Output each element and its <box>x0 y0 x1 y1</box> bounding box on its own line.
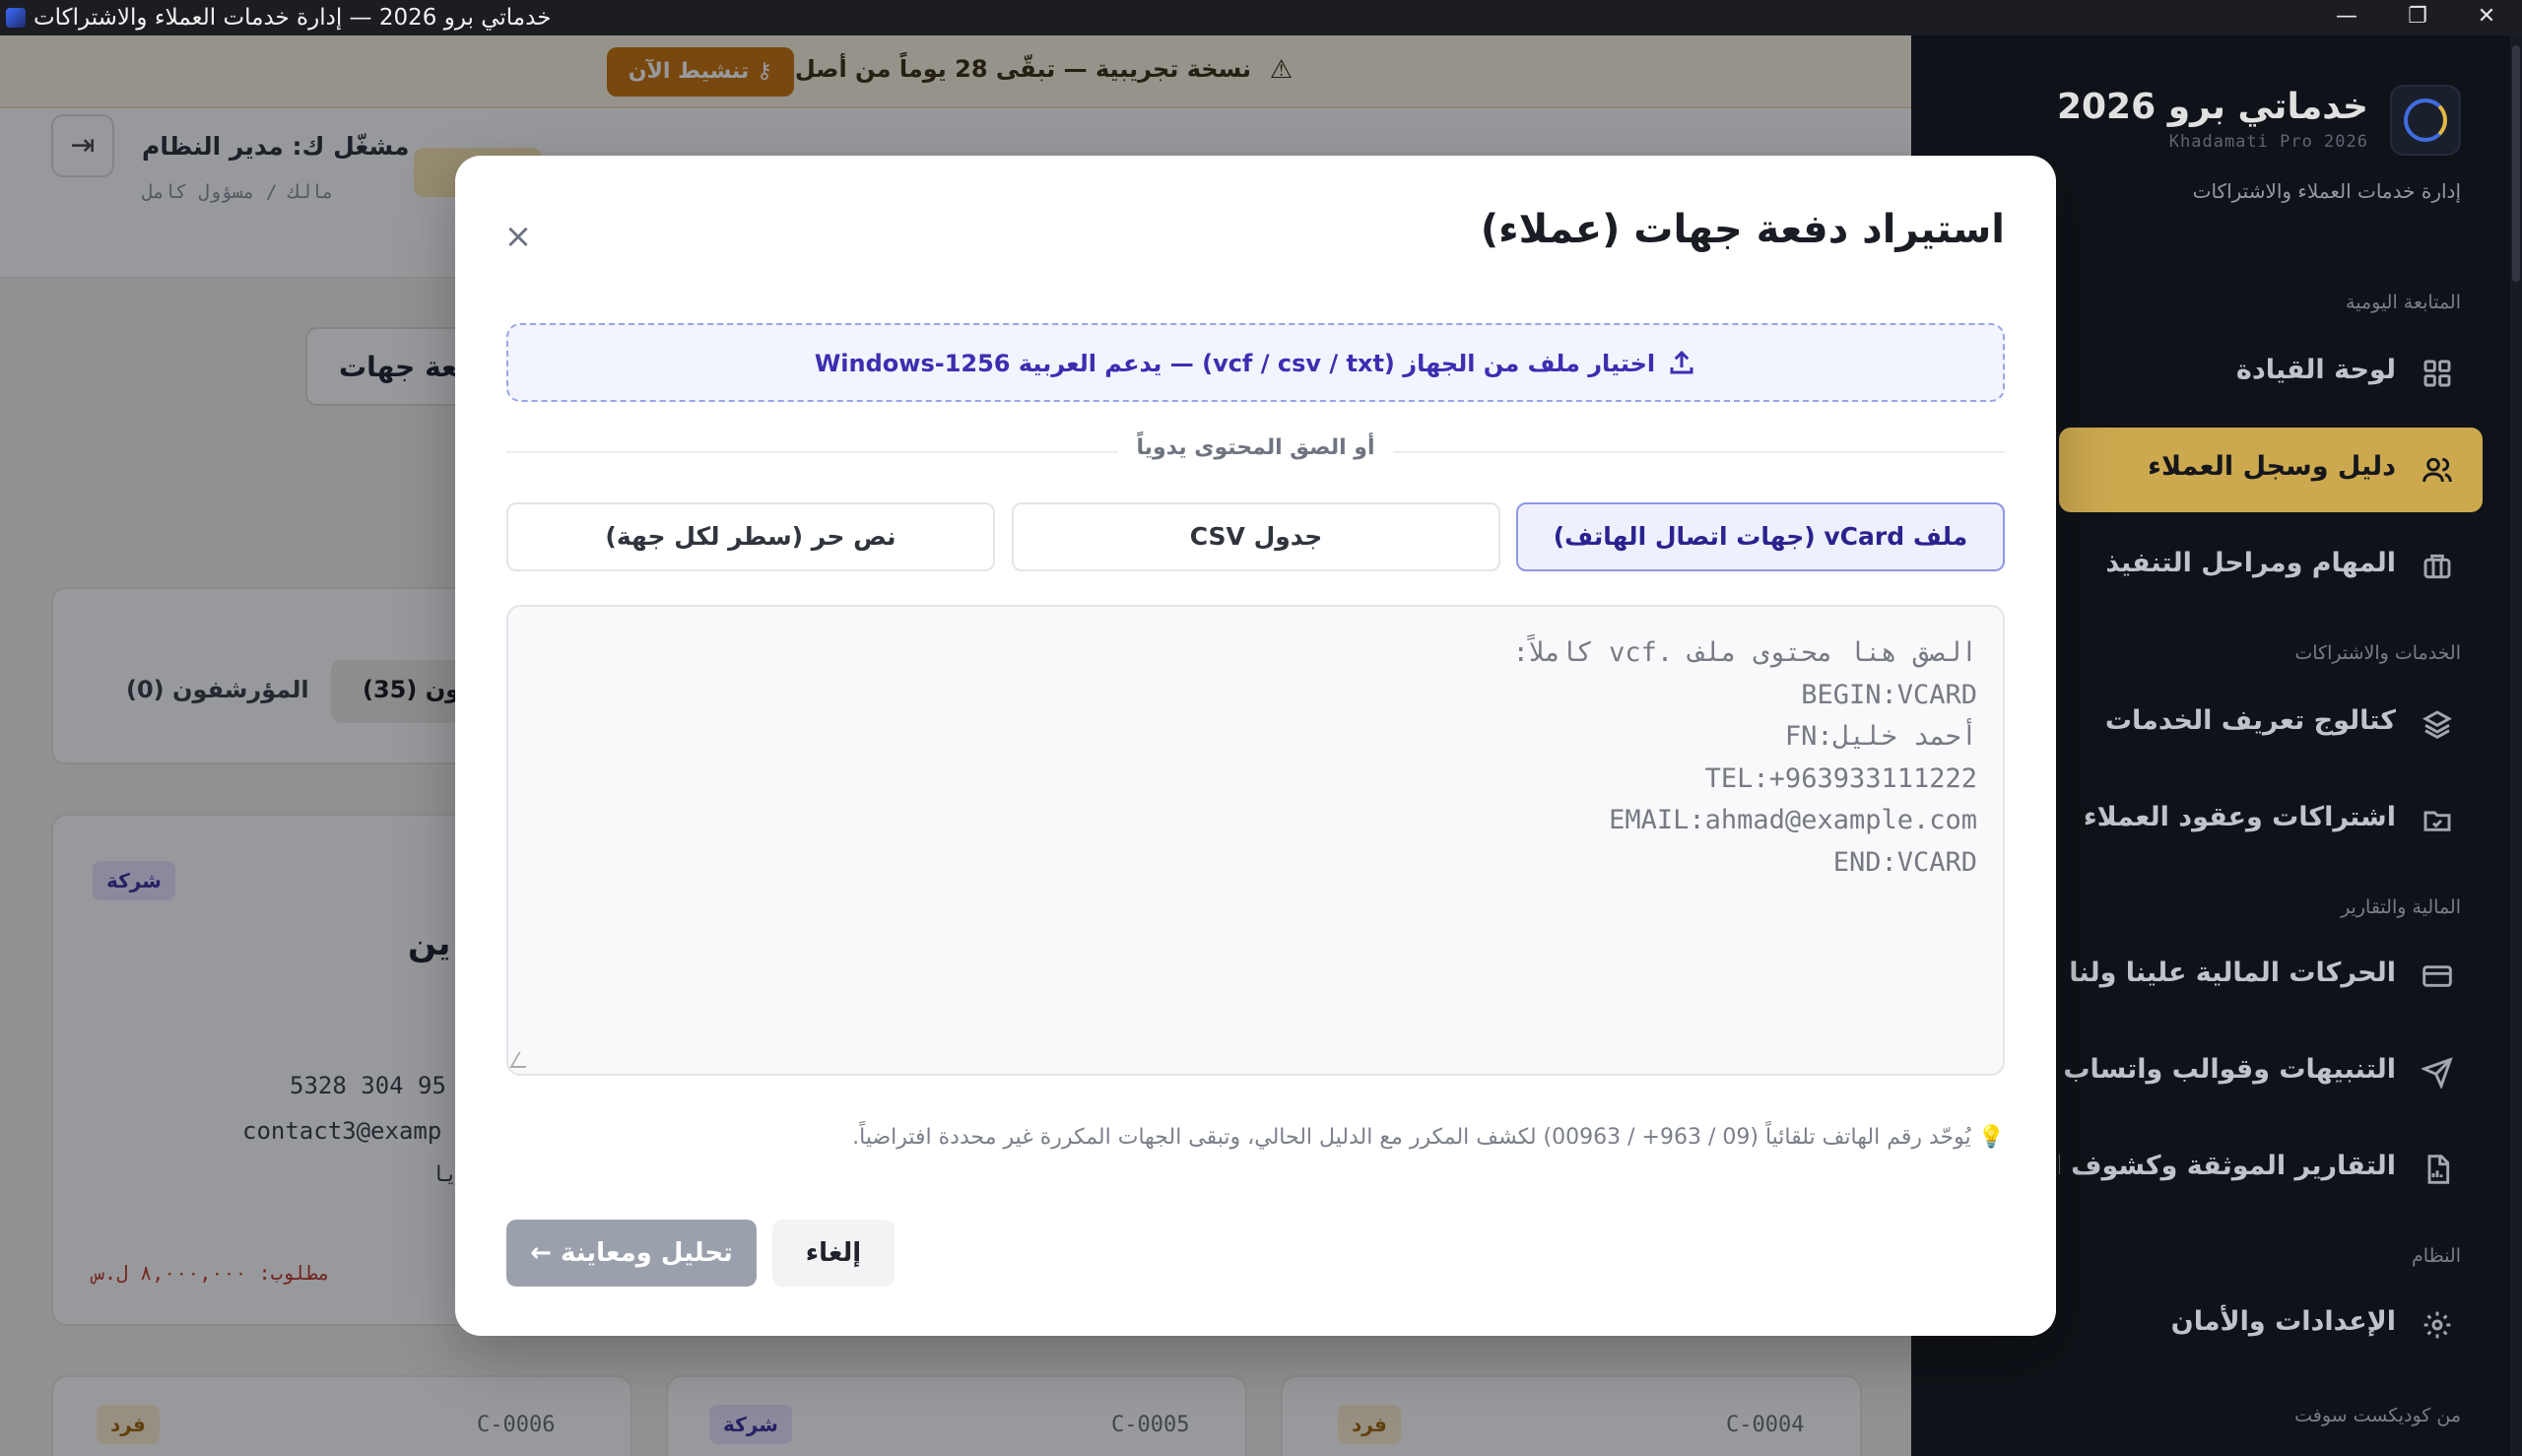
window-titlebar: خدماتي برو 2026 — إدارة خدمات العملاء وا… <box>0 0 2522 35</box>
maximize-button[interactable]: ❐ <box>2388 0 2447 35</box>
pick-file-button[interactable]: اختيار ملف من الجهاز (vcf / csv / txt) —… <box>506 323 2005 402</box>
placeholder-line: BEGIN:VCARD <box>1801 679 1977 710</box>
minimize-button[interactable]: — <box>2317 0 2376 35</box>
hint-text: 💡 يُوحّد رقم الهاتف تلقائياً (09 / 963+ … <box>852 1125 2005 1150</box>
placeholder-line: EMAIL:ahmad@example.com <box>1609 805 1977 835</box>
resize-handle[interactable] <box>509 1052 535 1068</box>
paste-placeholder: الصق هنا محتوى ملف .vcf كاملاً: BEGIN:VC… <box>1513 632 1977 884</box>
format-csv-button[interactable]: جدول CSV <box>1012 502 1500 571</box>
cancel-button[interactable]: إلغاء <box>772 1220 895 1287</box>
import-modal: استيراد دفعة جهات (عملاء) × اختيار ملف م… <box>455 156 2056 1336</box>
format-vcard-button[interactable]: ملف vCard (جهات اتصال الهاتف) <box>1516 502 2005 571</box>
placeholder-line: الصق هنا محتوى ملف .vcf كاملاً: <box>1512 637 1977 668</box>
placeholder-line: FN:أحمد خليل <box>1784 721 1977 752</box>
window-title: خدماتي برو 2026 — إدارة خدمات العملاء وا… <box>33 5 552 31</box>
pick-file-label: اختيار ملف من الجهاز (vcf / csv / txt) —… <box>814 350 1656 377</box>
or-paste-label: أو الصق المحتوى يدوياً <box>1118 435 1393 460</box>
paste-textarea[interactable]: الصق هنا محتوى ملف .vcf كاملاً: BEGIN:VC… <box>506 605 2005 1076</box>
app-icon <box>6 8 26 28</box>
close-icon[interactable]: × <box>498 217 538 256</box>
upload-icon <box>1667 331 1696 374</box>
placeholder-line: TEL:+963933111222 <box>1704 762 1977 794</box>
close-window-button[interactable]: ✕ <box>2457 0 2516 35</box>
modal-title: استيراد دفعة جهات (عملاء) <box>1480 207 2005 252</box>
placeholder-line: END:VCARD <box>1832 846 1977 878</box>
format-text-button[interactable]: نص حر (سطر لكل جهة) <box>506 502 995 571</box>
analyze-preview-button[interactable]: تحليل ومعاينة ← <box>506 1220 757 1287</box>
